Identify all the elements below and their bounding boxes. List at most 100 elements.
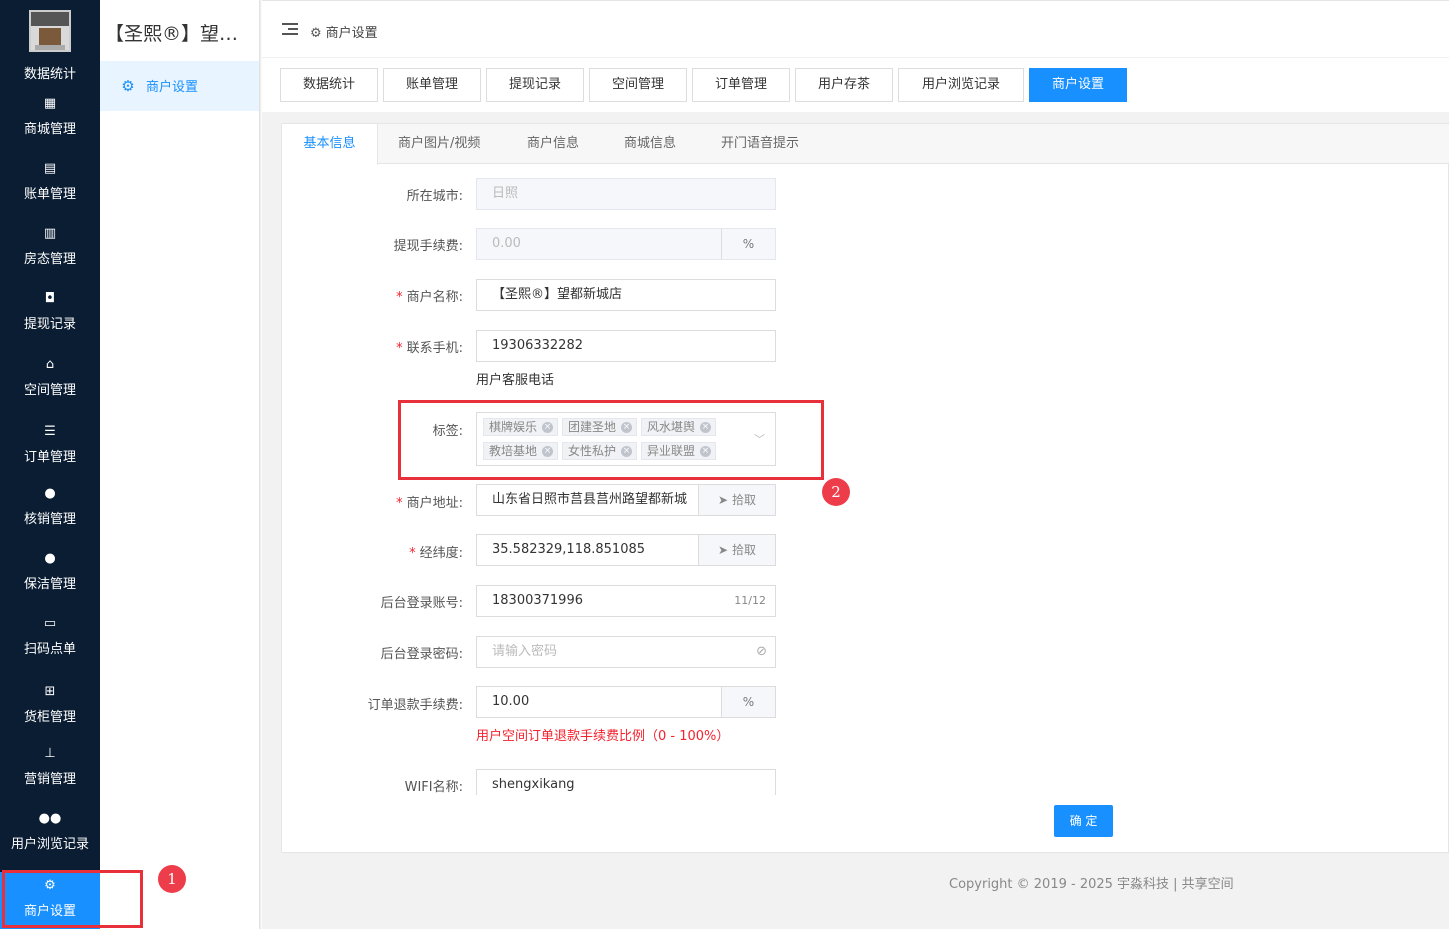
- sidebar-item-dashboard[interactable]: 数据统计: [0, 63, 100, 82]
- latlng-value: 35.582329,118.851085: [492, 542, 646, 557]
- phone-input[interactable]: 19306332282: [476, 330, 776, 362]
- tab-spaces[interactable]: 空间管理: [589, 68, 687, 102]
- label-text: 商户名称:: [406, 290, 463, 305]
- sidebar-item-scan-order[interactable]: ▭ 扫码点单: [0, 616, 100, 657]
- withdraw-fee-field: 0.00 %: [476, 228, 776, 260]
- wifi-label: WIFI名称:: [404, 780, 463, 795]
- sidebar-item-mall[interactable]: ▦ 商城管理: [0, 96, 100, 137]
- user-check-icon: ●: [44, 486, 56, 501]
- city-label: 所在城市:: [406, 189, 463, 204]
- tab-browse-history[interactable]: 用户浏览记录: [898, 68, 1024, 102]
- tab-withdrawals[interactable]: 提现记录: [486, 68, 584, 102]
- sidebar-item-label: 核销管理: [23, 512, 76, 527]
- account-input[interactable]: 18300371996 11/12: [476, 585, 776, 617]
- sidebar-item-label: 用户浏览记录: [10, 837, 89, 852]
- users-icon: ●●: [38, 811, 62, 826]
- gear-icon: ⚙: [121, 77, 135, 95]
- sidebar-item-bills[interactable]: ▤ 账单管理: [0, 161, 100, 202]
- menu-toggle-icon[interactable]: [282, 23, 298, 37]
- settings-panel: 基本信息 商户图片/视频 商户信息 商城信息 开门语音提示: [281, 123, 1449, 853]
- tab-tea-storage[interactable]: 用户存茶: [795, 68, 893, 102]
- sidebar-item-cleaning[interactable]: ● 保洁管理: [0, 551, 100, 592]
- tab-bills[interactable]: 账单管理: [383, 68, 481, 102]
- list-icon: ☰: [44, 424, 56, 439]
- percent-suffix: %: [721, 229, 775, 259]
- grid-icon: ⊞: [44, 684, 56, 699]
- sidebar-item-label: 扫码点单: [23, 642, 76, 657]
- sidebar-item-label: 营销管理: [23, 772, 76, 787]
- pick-coordinates-button[interactable]: ➤ 拾取: [698, 535, 775, 565]
- password-input[interactable]: 请输入密码 ⊘: [476, 636, 776, 668]
- withdraw-fee-label: 提现手续费:: [393, 239, 463, 254]
- sidebar-item-label: 提现记录: [23, 317, 76, 332]
- breadcrumb-label: 商户设置: [325, 26, 378, 41]
- address-input[interactable]: 山东省日照市莒县莒州路望都新城 ➤ 拾取: [476, 484, 776, 516]
- confirm-button[interactable]: 确 定: [1054, 805, 1113, 837]
- sidebar-item-room-status[interactable]: ▥ 房态管理: [0, 226, 100, 267]
- sub-sidebar: 【圣熙®】望都新城店 ⚙ 商户设置: [100, 0, 260, 929]
- tab-basic-info[interactable]: 基本信息: [282, 124, 378, 165]
- building-icon: ▥: [43, 226, 57, 241]
- send-icon: ➤: [718, 493, 729, 507]
- label-text: 经纬度:: [419, 546, 463, 561]
- phone-hint: 用户客服电话: [476, 373, 555, 388]
- send-icon: ➤: [718, 543, 729, 557]
- sidebar-item-label: 货柜管理: [23, 710, 76, 725]
- sidebar-item-label: 保洁管理: [23, 577, 76, 592]
- refund-fee-label: 订单退款手续费:: [367, 698, 463, 713]
- top-header: ⚙ 商户设置: [262, 0, 1449, 58]
- latlng-label: * 经纬度:: [409, 546, 463, 561]
- eye-off-icon[interactable]: ⊘: [756, 637, 767, 667]
- gear-icon: ⚙: [310, 26, 322, 41]
- tab-dashboard[interactable]: 数据统计: [280, 68, 378, 102]
- sidebar-item-label: 空间管理: [23, 383, 76, 398]
- copyright: Copyright © 2019 - 2025 宇淼科技 | 共享空间: [949, 877, 1234, 892]
- tab-merchant-info[interactable]: 商户信息: [527, 124, 579, 164]
- money-icon: ◘: [44, 291, 56, 306]
- sidebar-item-withdrawals[interactable]: ◘ 提现记录: [0, 291, 100, 332]
- sub-item-merchant-settings[interactable]: ⚙ 商户设置: [100, 61, 260, 111]
- sidebar-item-browse-history[interactable]: ●● 用户浏览记录: [0, 811, 100, 852]
- city-field: 日照: [476, 178, 776, 210]
- refund-fee-value: 10.00: [492, 694, 530, 709]
- highlight-box-tags: [398, 400, 824, 480]
- home-icon: ⌂: [45, 357, 55, 372]
- annotation-badge-2: 2: [822, 478, 850, 506]
- sidebar-item-label: 数据统计: [23, 67, 76, 82]
- store-icon: ▭: [43, 616, 57, 631]
- breadcrumb: ⚙ 商户设置: [310, 22, 378, 41]
- sidebar-item-spaces[interactable]: ⌂ 空间管理: [0, 357, 100, 398]
- password-label: 后台登录密码:: [380, 647, 463, 662]
- highlight-box-sidebar: [2, 870, 143, 928]
- account-value: 18300371996: [492, 593, 583, 608]
- address-label: * 商户地址:: [396, 496, 463, 511]
- withdraw-fee-value: 0.00: [492, 236, 521, 251]
- phone-label: * 联系手机:: [396, 341, 463, 356]
- sitemap-icon: ⊥: [44, 746, 56, 761]
- sidebar-item-marketing[interactable]: ⊥ 营销管理: [0, 746, 100, 787]
- tab-media[interactable]: 商户图片/视频: [398, 124, 480, 164]
- sidebar-item-label: 房态管理: [23, 252, 76, 267]
- store-logo: [29, 10, 71, 52]
- inner-tabs: 基本信息 商户图片/视频 商户信息 商城信息 开门语音提示: [282, 124, 1449, 165]
- sidebar-item-cabinets[interactable]: ⊞ 货柜管理: [0, 684, 100, 725]
- tab-merchant-settings[interactable]: 商户设置: [1029, 68, 1127, 102]
- main-sidebar: 数据统计 ▦ 商城管理 ▤ 账单管理 ▥ 房态管理 ◘ 提现记录 ⌂ 空间管理 …: [0, 0, 100, 929]
- pick-location-button[interactable]: ➤ 拾取: [698, 485, 775, 515]
- label-text: 商户地址:: [406, 496, 463, 511]
- merchant-name-input[interactable]: 【圣熙®】望都新城店: [476, 279, 776, 311]
- sidebar-item-verification[interactable]: ● 核销管理: [0, 486, 100, 527]
- wifi-input[interactable]: shengxikang: [476, 769, 776, 795]
- tab-door-voice[interactable]: 开门语音提示: [721, 124, 799, 164]
- tab-mall-info[interactable]: 商城信息: [624, 124, 676, 164]
- user-clock-icon: ●: [44, 551, 56, 566]
- tab-orders[interactable]: 订单管理: [692, 68, 790, 102]
- bill-icon: ▤: [43, 161, 57, 176]
- sidebar-item-label: 商城管理: [23, 122, 76, 137]
- latlng-input[interactable]: 35.582329,118.851085 ➤ 拾取: [476, 534, 776, 566]
- sub-item-label: 商户设置: [146, 80, 199, 95]
- pick-label: 拾取: [731, 493, 756, 507]
- pick-label: 拾取: [731, 543, 756, 557]
- sidebar-item-orders[interactable]: ☰ 订单管理: [0, 424, 100, 465]
- refund-fee-input[interactable]: 10.00 %: [476, 686, 776, 718]
